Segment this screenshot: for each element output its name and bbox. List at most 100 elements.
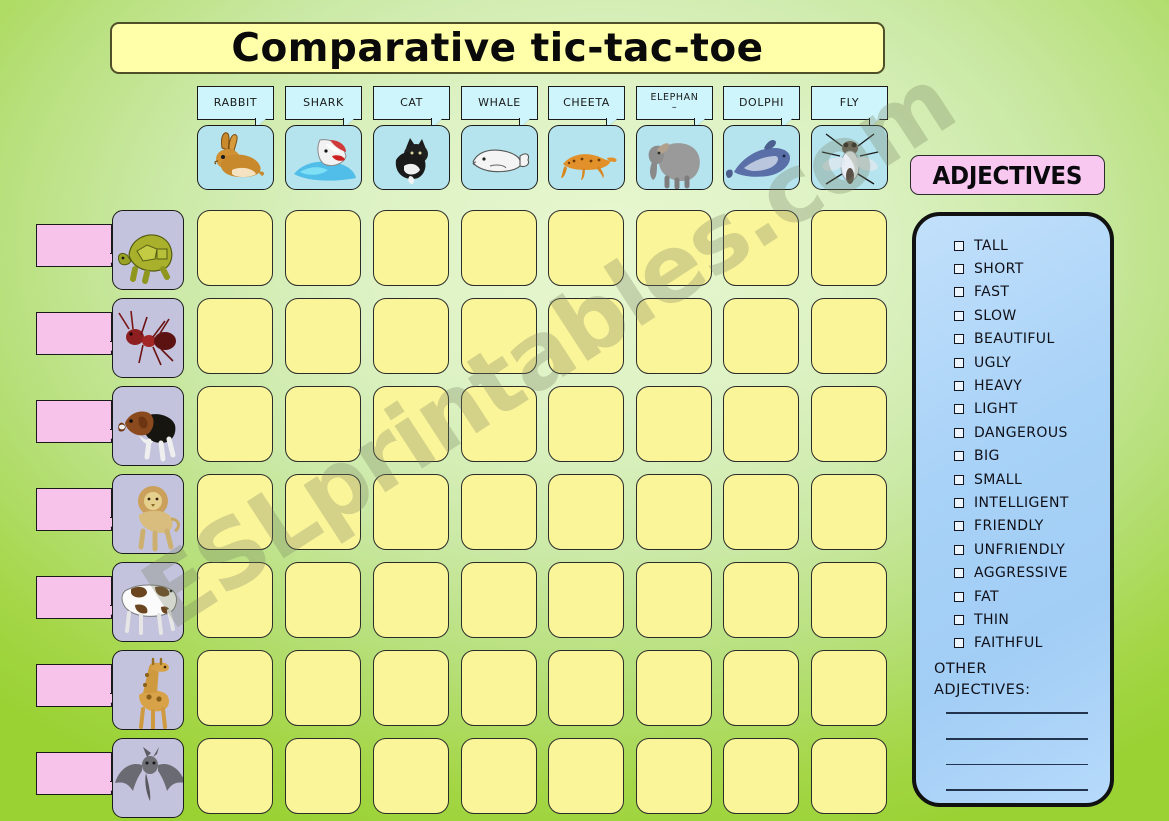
adjective-item[interactable]: FRIENDLY: [916, 515, 1110, 538]
grid-cell[interactable]: [636, 474, 712, 550]
checkbox-icon[interactable]: [954, 544, 964, 555]
grid-cell[interactable]: [197, 738, 273, 814]
grid-cell[interactable]: [373, 210, 449, 286]
checkbox-icon[interactable]: [954, 404, 964, 415]
grid-cell[interactable]: [723, 650, 799, 726]
grid-cell[interactable]: [373, 738, 449, 814]
write-in-line[interactable]: [946, 712, 1088, 714]
grid-cell[interactable]: [811, 738, 887, 814]
adjective-item[interactable]: LIGHT: [916, 398, 1110, 421]
title-banner: Comparative tic-tac-toe: [110, 22, 885, 74]
checkbox-icon[interactable]: [954, 264, 964, 275]
grid-cell[interactable]: [197, 562, 273, 638]
grid-cell[interactable]: [723, 386, 799, 462]
grid-cell[interactable]: [285, 210, 361, 286]
adjective-item[interactable]: THIN: [916, 608, 1110, 631]
checkbox-icon[interactable]: [954, 334, 964, 345]
write-in-line[interactable]: [946, 763, 1088, 766]
adjective-item[interactable]: INTELLIGENT: [916, 491, 1110, 514]
adjective-item[interactable]: FAT: [916, 585, 1110, 608]
grid-cell[interactable]: [548, 650, 624, 726]
grid-cell[interactable]: [461, 738, 537, 814]
grid-cell[interactable]: [636, 210, 712, 286]
grid-cell[interactable]: [636, 386, 712, 462]
adjective-item[interactable]: UGLY: [916, 351, 1110, 374]
checkbox-icon[interactable]: [954, 357, 964, 368]
checkbox-icon[interactable]: [954, 427, 964, 438]
grid-cell[interactable]: [548, 562, 624, 638]
grid-cell[interactable]: [548, 298, 624, 374]
grid-cell[interactable]: [285, 298, 361, 374]
grid-cell[interactable]: [373, 386, 449, 462]
adjective-item[interactable]: BIG: [916, 445, 1110, 468]
grid-cell[interactable]: [461, 386, 537, 462]
checkbox-icon[interactable]: [954, 451, 964, 462]
grid-cell[interactable]: [285, 738, 361, 814]
grid-cell[interactable]: [811, 210, 887, 286]
grid-cell[interactable]: [285, 562, 361, 638]
grid-cell[interactable]: [548, 474, 624, 550]
grid-cell[interactable]: [636, 738, 712, 814]
grid-cell[interactable]: [636, 298, 712, 374]
checkbox-icon[interactable]: [954, 591, 964, 602]
page-title: Comparative tic-tac-toe: [231, 25, 764, 71]
grid-cell[interactable]: [811, 386, 887, 462]
grid-cell[interactable]: [197, 210, 273, 286]
grid-cell[interactable]: [548, 386, 624, 462]
grid-cell[interactable]: [636, 562, 712, 638]
grid-cell[interactable]: [461, 298, 537, 374]
adjective-item[interactable]: FAST: [916, 281, 1110, 304]
adjective-item[interactable]: SHORT: [916, 257, 1110, 280]
grid-cell[interactable]: [723, 738, 799, 814]
checkbox-icon[interactable]: [954, 310, 964, 321]
grid-cell[interactable]: [461, 474, 537, 550]
checkbox-icon[interactable]: [954, 497, 964, 508]
adjective-label: UNFRIENDLY: [974, 541, 1066, 558]
grid-cell[interactable]: [548, 738, 624, 814]
checkbox-icon[interactable]: [954, 521, 964, 532]
grid-cell[interactable]: [723, 298, 799, 374]
adjective-item[interactable]: AGGRESSIVE: [916, 561, 1110, 584]
adjective-item[interactable]: HEAVY: [916, 374, 1110, 397]
checkbox-icon[interactable]: [954, 568, 964, 579]
checkbox-icon[interactable]: [954, 474, 964, 485]
grid-cell[interactable]: [461, 562, 537, 638]
grid-cell[interactable]: [285, 386, 361, 462]
grid-cell[interactable]: [723, 562, 799, 638]
adjective-item[interactable]: FAITHFUL: [916, 632, 1110, 655]
grid-cell[interactable]: [373, 650, 449, 726]
grid-cell[interactable]: [811, 650, 887, 726]
adjective-item[interactable]: DANGEROUS: [916, 421, 1110, 444]
checkbox-icon[interactable]: [954, 381, 964, 392]
grid-cell[interactable]: [197, 298, 273, 374]
checkbox-icon[interactable]: [954, 638, 964, 649]
grid-cell[interactable]: [373, 474, 449, 550]
adjective-item[interactable]: SMALL: [916, 468, 1110, 491]
adjective-item[interactable]: BEAUTIFUL: [916, 328, 1110, 351]
write-in-line[interactable]: [946, 789, 1088, 792]
checkbox-icon[interactable]: [954, 614, 964, 625]
grid-cell[interactable]: [197, 474, 273, 550]
grid-cell[interactable]: [811, 474, 887, 550]
grid-cell[interactable]: [723, 210, 799, 286]
adjective-item[interactable]: SLOW: [916, 304, 1110, 327]
checkbox-icon[interactable]: [954, 287, 964, 298]
grid-cell[interactable]: [811, 298, 887, 374]
grid-cell[interactable]: [197, 650, 273, 726]
checkbox-icon[interactable]: [954, 240, 964, 251]
grid-cell[interactable]: [285, 474, 361, 550]
grid-cell[interactable]: [197, 386, 273, 462]
grid-cell[interactable]: [285, 650, 361, 726]
grid-cell[interactable]: [723, 474, 799, 550]
adjective-item[interactable]: TALL: [916, 234, 1110, 257]
grid-cell[interactable]: [373, 562, 449, 638]
grid-cell[interactable]: [636, 650, 712, 726]
grid-cell[interactable]: [461, 210, 537, 286]
write-in-line[interactable]: [946, 737, 1088, 740]
grid-cell[interactable]: [811, 562, 887, 638]
grid-cell[interactable]: [548, 210, 624, 286]
adjective-item[interactable]: UNFRIENDLY: [916, 538, 1110, 561]
grid-cell[interactable]: [373, 298, 449, 374]
cow-icon: [112, 562, 184, 642]
grid-cell[interactable]: [461, 650, 537, 726]
